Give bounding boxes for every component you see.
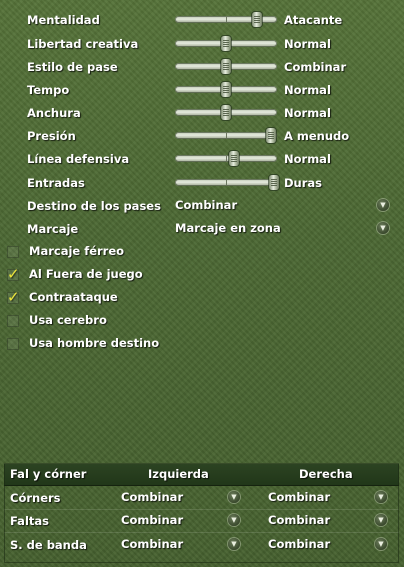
checkbox-label: Usa hombre destino xyxy=(29,336,160,350)
slider-thumb[interactable] xyxy=(221,105,231,120)
slider-label: Anchura xyxy=(27,106,81,120)
slider-estilo-de-pase[interactable] xyxy=(175,59,277,74)
slider-value: Combinar xyxy=(284,60,347,74)
dropdown-value[interactable]: Marcaje en zona xyxy=(175,221,281,235)
slider-mentalidad[interactable] xyxy=(175,12,277,27)
slider-thumb[interactable] xyxy=(229,151,240,166)
checkbox-label: Contraataque xyxy=(29,290,118,304)
checkbox-label: Usa cerebro xyxy=(29,313,107,327)
checkmark-icon: ✓ xyxy=(7,265,20,283)
slider-thumb[interactable] xyxy=(251,12,262,27)
slider-tick xyxy=(225,133,227,138)
slider-label: Entradas xyxy=(27,176,85,190)
checkbox-marcaje-ferreo[interactable] xyxy=(7,246,19,258)
dropdown-value[interactable]: Combinar xyxy=(175,198,237,212)
slider-value: Normal xyxy=(284,152,331,166)
chevron-down-icon[interactable]: ▼ xyxy=(377,199,389,211)
slider-value: Normal xyxy=(284,37,331,51)
slider-label: Mentalidad xyxy=(27,13,100,27)
slider-label: Presión xyxy=(27,129,76,143)
dropdown-label: Destino de los pases xyxy=(27,199,161,213)
dropdown-label: Marcaje xyxy=(27,222,79,236)
slider-anchura[interactable] xyxy=(175,105,277,120)
slider-entradas[interactable] xyxy=(175,175,279,190)
checkbox-contraataque[interactable]: ✓ xyxy=(7,288,20,306)
checkbox-label: Marcaje férreo xyxy=(29,244,125,258)
slider-thumb[interactable] xyxy=(221,36,231,51)
slider-thumb[interactable] xyxy=(265,128,276,143)
slider-value: Duras xyxy=(284,176,323,190)
slider-tick xyxy=(225,156,227,161)
checkbox-usa-cerebro[interactable] xyxy=(7,315,19,327)
slider-libertad-creativa[interactable] xyxy=(175,36,277,51)
slider-thumb[interactable] xyxy=(221,59,231,74)
slider-tick xyxy=(225,17,227,22)
slider-label: Libertad creativa xyxy=(27,37,139,51)
set-pieces-frame xyxy=(4,463,399,563)
slider-value: Atacante xyxy=(284,13,343,27)
slider-tick xyxy=(225,180,227,185)
checkbox-usa-hombre-destino[interactable] xyxy=(7,338,19,350)
slider-linea-defensiva[interactable] xyxy=(175,151,277,166)
slider-label: Estilo de pase xyxy=(27,60,118,74)
checkmark-icon: ✓ xyxy=(7,288,20,306)
slider-value: Normal xyxy=(284,106,331,120)
slider-value: Normal xyxy=(284,83,331,97)
checkbox-fuera-de-juego[interactable]: ✓ xyxy=(7,265,20,283)
slider-tempo[interactable] xyxy=(175,82,277,97)
slider-label: Línea defensiva xyxy=(27,152,130,166)
checkbox-label: Al Fuera de juego xyxy=(29,267,143,281)
slider-label: Tempo xyxy=(27,83,70,97)
chevron-down-icon[interactable]: ▼ xyxy=(377,222,389,234)
slider-thumb[interactable] xyxy=(268,175,279,190)
slider-presion[interactable] xyxy=(175,128,277,143)
slider-value: A menudo xyxy=(284,129,350,143)
slider-thumb[interactable] xyxy=(221,82,231,97)
